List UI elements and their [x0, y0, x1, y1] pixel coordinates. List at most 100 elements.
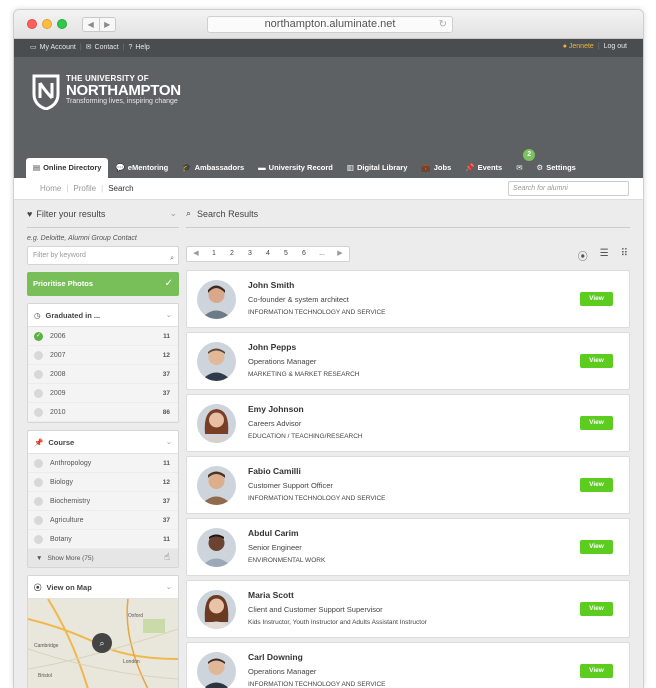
nav-jobs[interactable]: 💼 Jobs [414, 158, 458, 178]
show-more-button[interactable]: ▼ Show More (75) ☝ [28, 549, 178, 567]
close-window-button[interactable] [27, 19, 37, 29]
person-role: Careers Advisor [248, 419, 302, 428]
graduated-option[interactable]: ✓ 2006 11 [28, 327, 178, 346]
nav-ambassadors[interactable]: 🎓 Ambassadors [175, 158, 251, 178]
nav-university-record[interactable]: ▬ University Record [251, 158, 340, 178]
option-label: 2006 [50, 332, 66, 340]
help-link[interactable]: ? Help [128, 43, 149, 51]
view-button[interactable]: View [580, 354, 613, 368]
avatar[interactable] [197, 342, 236, 381]
option-label: 2010 [50, 408, 66, 416]
back-arrow-icon[interactable]: ◀ [83, 18, 100, 31]
map-search-icon[interactable]: ⌕ [92, 633, 112, 653]
view-button[interactable]: View [580, 540, 613, 554]
person-name[interactable]: Abdul Carim [248, 528, 299, 538]
view-button[interactable]: View [580, 602, 613, 616]
forward-arrow-icon[interactable]: ▶ [100, 18, 116, 31]
prioritise-photos-toggle[interactable]: Prioritise Photos ✓ [27, 272, 179, 296]
nav-settings[interactable]: ⚙ Settings [530, 158, 583, 178]
course-option[interactable]: Botany 11 [28, 530, 178, 549]
avatar[interactable] [197, 280, 236, 319]
course-option[interactable]: Anthropology 11 [28, 454, 178, 473]
next-page-icon[interactable]: ▶ [331, 247, 349, 261]
nav-digital-library[interactable]: ▥ Digital Library [340, 158, 415, 178]
university-logo[interactable]: THE UNIVERSITY OF NORTHAMPTON Transformi… [30, 74, 181, 110]
breadcrumb-search[interactable]: Search [108, 184, 133, 193]
nav-online-directory[interactable]: ▤ Online Directory [26, 158, 109, 178]
result-card[interactable]: Fabio Camilli Customer Support Officer I… [186, 456, 630, 514]
page-link[interactable]: 1 [205, 247, 223, 261]
uk-map[interactable]: Cambridge Oxford London Bristol ⌕ [28, 599, 178, 688]
view-button[interactable]: View [580, 478, 613, 492]
course-option[interactable]: Biology 12 [28, 473, 178, 492]
result-card[interactable]: Abdul Carim Senior Engineer ENVIRONMENTA… [186, 518, 630, 576]
course-option[interactable]: Agriculture 37 [28, 511, 178, 530]
maximize-window-button[interactable] [57, 19, 67, 29]
avatar[interactable] [197, 404, 236, 443]
breadcrumb-home[interactable]: Home [40, 184, 61, 193]
user-name: Jennete [568, 43, 594, 50]
option-label: 2008 [50, 370, 66, 378]
nav-messages[interactable]: ✉ 2 [509, 149, 536, 178]
filter-header[interactable]: ♥ Filter your results ⌄ [27, 200, 179, 228]
list-view-icon[interactable]: ☰ [600, 248, 609, 263]
minimize-window-button[interactable] [42, 19, 52, 29]
result-card[interactable]: John Smith Co-founder & system architect… [186, 270, 630, 328]
contact-link[interactable]: ✉ Contact [86, 43, 119, 52]
graduated-option[interactable]: 2007 12 [28, 346, 178, 365]
view-button[interactable]: View [580, 292, 613, 306]
page-link[interactable]: 2 [223, 247, 241, 261]
result-card[interactable]: Carl Downing Operations Manager INFORMAT… [186, 642, 630, 688]
course-panel-header[interactable]: 📌 Course ⌄ [28, 431, 178, 454]
graduated-panel-header[interactable]: ◷ Graduated in ... ⌄ [28, 304, 178, 327]
result-card[interactable]: Maria Scott Client and Customer Support … [186, 580, 630, 638]
graduated-option[interactable]: 2009 37 [28, 384, 178, 403]
avatar[interactable] [197, 528, 236, 567]
keyword-filter-input[interactable]: Filter by keyword ⌕ [27, 246, 179, 265]
view-button[interactable]: View [580, 664, 613, 678]
breadcrumb-profile[interactable]: Profile [73, 184, 96, 193]
search-icon[interactable]: ⌕ [170, 250, 174, 267]
map-label: Oxford [128, 613, 144, 619]
view-button[interactable]: View [580, 416, 613, 430]
prev-page-icon[interactable]: ◀ [187, 247, 205, 261]
radio-icon [34, 388, 43, 398]
graduated-filter-panel: ◷ Graduated in ... ⌄ ✓ 2006 11 2007 12 2008… [27, 303, 179, 423]
person-name[interactable]: Carl Downing [248, 652, 303, 662]
result-card[interactable]: Emy Johnson Careers Advisor EDUCATION / … [186, 394, 630, 452]
graduated-option[interactable]: 2010 86 [28, 403, 178, 422]
grid-view-icon[interactable]: ⠿ [621, 248, 628, 263]
person-name[interactable]: Fabio Camilli [248, 466, 301, 476]
results-header: ⌕ Search Results [186, 200, 630, 228]
nav-events[interactable]: 📌 Events [458, 158, 509, 178]
avatar[interactable] [197, 590, 236, 629]
user-link[interactable]: ● Jennete [563, 43, 594, 50]
person-industry: INFORMATION TECHNOLOGY AND SERVICE [248, 495, 386, 502]
graduated-option[interactable]: 2008 37 [28, 365, 178, 384]
option-label: Biology [50, 478, 73, 486]
alumni-search-input[interactable]: Search for alumni [508, 181, 629, 196]
triangle-down-icon: ▼ [36, 554, 43, 562]
page-link[interactable]: 6 [295, 247, 313, 261]
nav-ementoring[interactable]: 💬 eMentoring [108, 158, 175, 178]
map-panel-header[interactable]: ⦿ View on Map ⌄ [28, 576, 178, 599]
page-ellipsis[interactable]: ... [313, 247, 331, 261]
person-name[interactable]: Maria Scott [248, 590, 294, 600]
page-link[interactable]: 5 [277, 247, 295, 261]
page-link[interactable]: 3 [241, 247, 259, 261]
page-link[interactable]: 4 [259, 247, 277, 261]
course-option[interactable]: Biochemistry 37 [28, 492, 178, 511]
avatar[interactable] [197, 652, 236, 688]
person-name[interactable]: John Smith [248, 280, 294, 290]
result-card[interactable]: John Pepps Operations Manager MARKETING … [186, 332, 630, 390]
results-column: ⌕ Search Results ◀ 1 2 3 4 5 6 ... ▶ ⦿ ☰ [186, 200, 630, 688]
logout-link[interactable]: Log out [604, 43, 627, 50]
my-account-link[interactable]: ▭ My Account [30, 43, 76, 52]
person-name[interactable]: John Pepps [248, 342, 296, 352]
brand-tagline: Transforming lives, inspiring change [66, 98, 178, 105]
address-bar[interactable]: northampton.aluminate.net ↻ [207, 16, 453, 33]
person-name[interactable]: Emy Johnson [248, 404, 304, 414]
map-view-icon[interactable]: ⦿ [578, 248, 588, 263]
reload-icon[interactable]: ↻ [439, 17, 447, 32]
avatar[interactable] [197, 466, 236, 505]
